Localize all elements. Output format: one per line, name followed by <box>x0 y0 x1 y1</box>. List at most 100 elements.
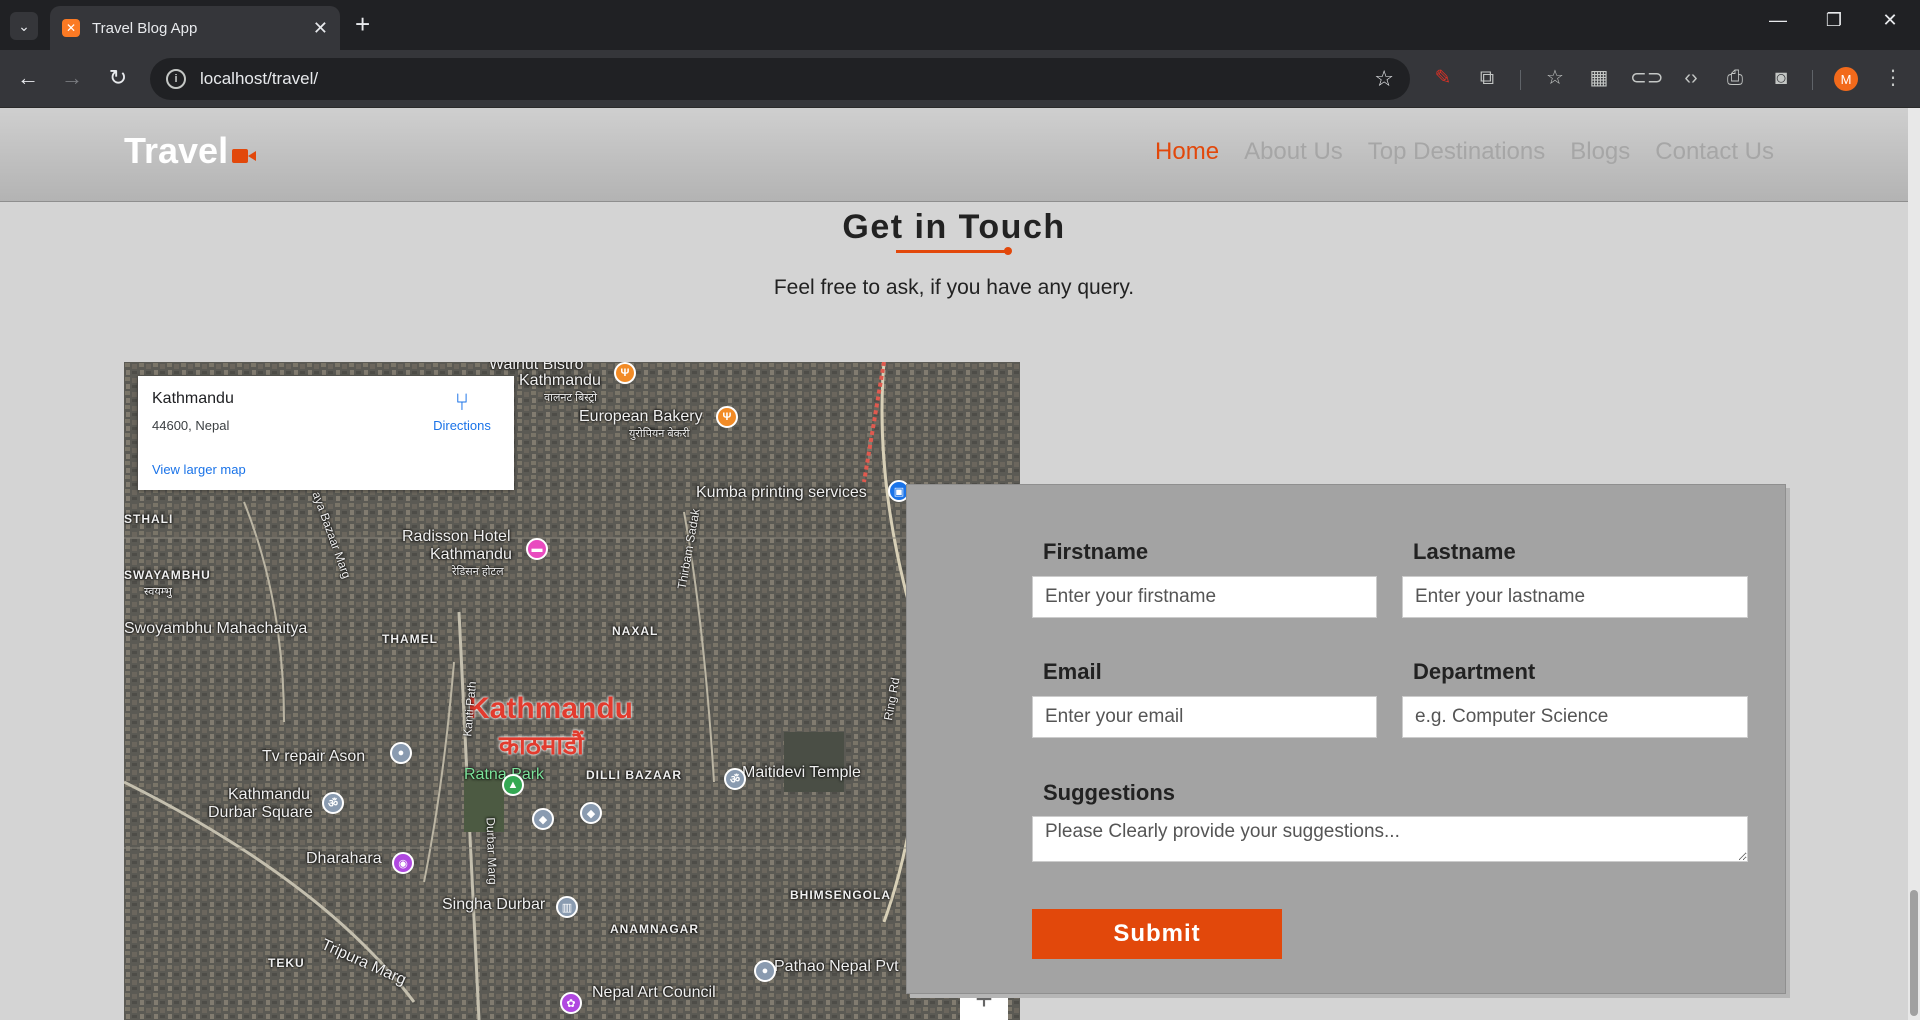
scrollbar-thumb[interactable] <box>1910 890 1918 1016</box>
temple-pin-icon[interactable]: ॐ <box>322 792 344 814</box>
map-label: Pathao Nepal Pvt <box>774 958 899 975</box>
profile-avatar[interactable]: M <box>1834 67 1858 91</box>
temple-pin-icon[interactable]: ॐ <box>724 768 746 790</box>
department-input[interactable] <box>1402 696 1748 738</box>
map-label: Dharahara <box>306 850 382 867</box>
firstname-input[interactable] <box>1032 576 1377 618</box>
view-larger-map-link[interactable]: View larger map <box>152 462 246 477</box>
map-info-card: Kathmandu 44600, Nepal View larger map ⑂… <box>138 376 514 490</box>
site-logo[interactable]: Travel <box>124 130 257 172</box>
bookmark-star-icon[interactable]: ☆ <box>1374 66 1394 92</box>
lastname-input[interactable] <box>1402 576 1748 618</box>
nav-contact-us[interactable]: Contact Us <box>1655 138 1774 166</box>
map-label: STHALI <box>124 512 174 526</box>
submit-button[interactable]: Submit <box>1032 909 1282 959</box>
minimize-button[interactable]: — <box>1758 10 1798 31</box>
school-pin-icon[interactable]: ◆ <box>532 808 554 830</box>
link-icon[interactable]: ⊂⊃ <box>1630 66 1664 90</box>
tab-title: Travel Blog App <box>92 19 198 37</box>
tab-search-button[interactable]: ⌄ <box>10 12 38 40</box>
heading-underline <box>896 250 1010 253</box>
hotel-pin-icon[interactable]: ▬ <box>526 538 548 560</box>
map-label: Singha Durbar <box>442 896 546 913</box>
map-place-address: 44600, Nepal <box>152 418 230 433</box>
map-label: European Bakery <box>579 408 703 425</box>
page-scrollbar[interactable] <box>1908 108 1920 1020</box>
qr-code-icon[interactable]: ▦ <box>1584 66 1614 90</box>
bookmarks-icon[interactable]: ☆ <box>1540 66 1570 90</box>
map-label: ANAMNAGAR <box>610 922 699 936</box>
section-heading: Get in Touch <box>842 208 1066 246</box>
nav-blogs[interactable]: Blogs <box>1570 138 1630 166</box>
government-pin-icon[interactable]: ▥ <box>556 896 578 918</box>
section-subheading: Feel free to ask, if you have any query. <box>773 276 1135 299</box>
embedded-google-map[interactable]: Walnut Bistro Kathmandu वालनट बिस्ट्रो E… <box>124 362 1020 1020</box>
map-label: Durbar Marg <box>483 817 500 885</box>
screenshot-icon[interactable]: ◙ <box>1766 66 1796 90</box>
nav-home[interactable]: Home <box>1155 138 1219 166</box>
tab-close-icon[interactable]: ✕ <box>313 18 328 39</box>
art-pin-icon[interactable]: ✿ <box>560 992 582 1014</box>
map-label: Kathmandu <box>430 546 512 563</box>
suggestions-textarea[interactable] <box>1032 816 1748 862</box>
map-label: Swoyambhu Mahachaitya <box>124 620 308 637</box>
place-pin-icon[interactable]: ● <box>390 742 412 764</box>
map-label: युरोपियन बेकरी <box>629 428 690 440</box>
place-pin-icon[interactable]: ● <box>754 960 776 982</box>
map-label: Radisson Hotel <box>402 528 511 545</box>
reload-button[interactable]: ↻ <box>104 66 132 90</box>
restaurant-pin-icon[interactable]: Ψ <box>614 362 636 384</box>
browser-menu-icon[interactable]: ⋮ <box>1878 66 1908 90</box>
print-icon[interactable]: ⎙ <box>1720 66 1750 90</box>
url-text[interactable]: localhost/travel/ <box>200 69 1374 89</box>
map-label: Nepal Art Council <box>592 984 716 1001</box>
school-pin-icon[interactable]: ◆ <box>580 802 602 824</box>
browser-toolbar: ← → ↻ i localhost/travel/ ☆ ✎ ⧉ ☆ ▦ ⊂⊃ ‹… <box>0 50 1920 108</box>
heading-underline-dot <box>1004 247 1012 255</box>
new-tab-button[interactable]: + <box>355 10 370 38</box>
close-window-button[interactable]: ✕ <box>1870 10 1910 31</box>
pen-extension-icon[interactable]: ✎ <box>1428 66 1458 90</box>
video-camera-icon <box>232 149 257 163</box>
logo-text: Travel <box>124 130 229 171</box>
extensions-puzzle-icon[interactable]: ⧉ <box>1472 66 1502 90</box>
map-label: Kumba printing services <box>696 484 867 501</box>
map-label: DILLI BAZAAR <box>586 768 682 782</box>
browser-tab[interactable]: ✕ Travel Blog App ✕ <box>50 6 340 50</box>
toolbar-divider <box>1812 70 1813 90</box>
address-bar[interactable]: i localhost/travel/ ☆ <box>150 58 1410 100</box>
back-button[interactable]: ← <box>14 66 42 90</box>
forward-button[interactable]: → <box>58 66 86 90</box>
nav-top-destinations[interactable]: Top Destinations <box>1368 138 1545 166</box>
page-content: Travel Home About Us Top Destinations Bl… <box>0 108 1920 1020</box>
park-pin-icon[interactable]: ▲ <box>502 774 524 796</box>
contact-form: Firstname Lastname Email Department Sugg… <box>906 484 1786 994</box>
map-label: Kathmandu <box>519 372 601 389</box>
nav-about-us[interactable]: About Us <box>1244 138 1343 166</box>
email-input[interactable] <box>1032 696 1377 738</box>
xampp-favicon-icon: ✕ <box>62 19 80 37</box>
toolbar-divider <box>1520 70 1521 90</box>
directions-icon: ⑂ <box>454 389 470 416</box>
directions-button[interactable]: ⑂ Directions <box>420 389 504 434</box>
directions-label: Directions <box>433 418 491 433</box>
map-label: स्वयम्भु <box>144 586 172 598</box>
site-header: Travel Home About Us Top Destinations Bl… <box>0 108 1908 202</box>
map-place-title: Kathmandu <box>152 390 234 407</box>
map-label: BHIMSENGOLA <box>790 888 891 902</box>
map-label: Kathmandu <box>228 786 310 803</box>
map-city-label: Kathmandu <box>468 692 633 725</box>
camera-pin-icon[interactable]: ◉ <box>392 852 414 874</box>
department-label: Department <box>1413 659 1536 684</box>
map-label: वालनट बिस्ट्रो <box>544 392 597 404</box>
map-label: TEKU <box>268 956 305 970</box>
firstname-label: Firstname <box>1043 539 1149 564</box>
browser-tab-bar: ⌄ ✕ Travel Blog App ✕ + — ❐ ✕ <box>0 0 1920 50</box>
map-label: Maitidevi Temple <box>742 764 861 781</box>
lastname-label: Lastname <box>1413 539 1516 564</box>
restore-button[interactable]: ❐ <box>1814 10 1854 31</box>
code-icon[interactable]: ‹› <box>1676 66 1706 90</box>
site-info-icon[interactable]: i <box>166 69 186 89</box>
suggestions-label: Suggestions <box>1043 780 1176 805</box>
restaurant-pin-icon[interactable]: Ψ <box>716 406 738 428</box>
